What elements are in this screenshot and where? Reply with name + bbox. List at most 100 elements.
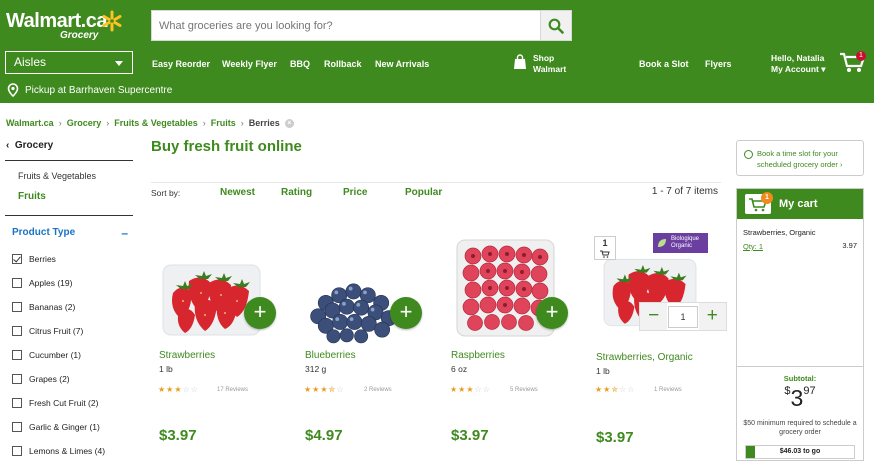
filter-apples[interactable]: Apples (19)	[12, 278, 72, 288]
review-count[interactable]: 1 Reviews	[654, 387, 682, 393]
filter-cucumber[interactable]: Cucumber (1)	[12, 350, 81, 360]
clock-icon	[744, 150, 753, 159]
add-to-cart-button[interactable]: +	[390, 297, 422, 329]
search-input[interactable]	[152, 11, 537, 40]
checkbox[interactable]	[12, 374, 22, 384]
cart-count-badge: 1	[856, 51, 866, 61]
subtotal-label: Subtotal:	[783, 374, 817, 383]
brand-sub: Grocery	[60, 30, 99, 41]
product-card[interactable]: + Blueberries 312 g ★★★✮☆ 2 Reviews $4.9…	[297, 230, 437, 460]
filter-fresh-cut-fruit[interactable]: Fresh Cut Fruit (2)	[12, 398, 98, 408]
product-price: $3.97	[159, 427, 197, 444]
sort-popular[interactable]: Popular	[405, 187, 442, 198]
subtotal-whole: 3	[790, 385, 804, 411]
cart-item-price: 3.97	[842, 241, 857, 250]
review-count[interactable]: 17 Reviews	[217, 387, 248, 393]
sort-rating[interactable]: Rating	[281, 187, 312, 198]
sidebar-item-fruits[interactable]: Fruits	[18, 191, 46, 202]
search-bar	[151, 10, 572, 41]
checkbox[interactable]	[12, 422, 22, 432]
product-price: $3.97	[451, 427, 489, 444]
filter-citrus[interactable]: Citrus Fruit (7)	[12, 326, 83, 336]
add-to-cart-button[interactable]: +	[244, 297, 276, 329]
close-icon[interactable]: ×	[284, 118, 294, 128]
product-name[interactable]: Raspberries	[451, 350, 505, 361]
sidebar-back-grocery[interactable]: ‹ Grocery	[0, 140, 133, 157]
cart-item-name: Strawberries, Organic	[743, 228, 816, 237]
checkbox[interactable]	[12, 446, 22, 456]
breadcrumb-fruits[interactable]: Fruits	[211, 118, 236, 128]
filter-lemons-limes[interactable]: Lemons & Limes (4)	[12, 446, 105, 456]
cart-header[interactable]: 1 My cart	[737, 189, 863, 219]
search-button[interactable]	[540, 11, 571, 40]
leaf-icon	[658, 239, 666, 247]
product-name[interactable]: Strawberries	[159, 350, 215, 361]
checkbox[interactable]	[12, 398, 22, 408]
amount-to-go: $46.03 to go	[779, 448, 821, 455]
in-cart-quantity-badge: 1	[594, 236, 616, 260]
breadcrumb-grocery[interactable]: Grocery	[67, 118, 102, 128]
checkbox[interactable]	[12, 326, 22, 336]
filter-bananas[interactable]: Bananas (2)	[12, 302, 75, 312]
search-icon	[548, 18, 564, 34]
product-card[interactable]: + Strawberries 1 lb ★★★☆☆ 17 Reviews $3.…	[151, 230, 291, 460]
sort-price[interactable]: Price	[343, 187, 367, 198]
breadcrumb-walmart[interactable]: Walmart.ca	[6, 118, 54, 128]
product-card[interactable]: Strawberries, Organic 1 lb ★★✮☆☆ 1 Revie…	[588, 230, 734, 460]
filter-grapes[interactable]: Grapes (2)	[12, 374, 70, 384]
sidebar-item-fruits-vegetables[interactable]: Fruits & Vegetables	[18, 171, 96, 181]
checkbox[interactable]	[12, 302, 22, 312]
filter-label: Grapes (2)	[29, 374, 70, 384]
sidebar: ‹ Grocery Fruits & Vegetables Fruits Pro…	[0, 140, 133, 240]
product-card[interactable]: + Raspberries 6 oz ★★★☆☆ 5 Reviews $3.97	[443, 230, 583, 460]
organic-badge: Biologique Organic	[653, 233, 708, 253]
product-size: 312 g	[305, 364, 327, 374]
filter-label: Lemons & Limes (4)	[29, 446, 106, 456]
filter-label: Apples (19)	[29, 278, 73, 288]
checkbox-checked[interactable]	[12, 254, 22, 264]
product-name[interactable]: Blueberries	[305, 350, 356, 361]
cart-item-badge: 1	[761, 192, 773, 204]
filter-berries[interactable]: Berries	[12, 254, 56, 264]
aisles-dropdown[interactable]: Aisles	[5, 51, 133, 74]
pickup-location[interactable]: Pickup at Barrhaven Supercentre	[7, 83, 172, 97]
decrease-quantity-button[interactable]: −	[640, 303, 668, 330]
nav-weekly-flyer[interactable]: Weekly Flyer	[222, 59, 277, 69]
nav-new-arrivals[interactable]: New Arrivals	[375, 59, 429, 69]
aisles-label: Aisles	[14, 55, 47, 69]
checkbox[interactable]	[12, 278, 22, 288]
nav-easy-reorder[interactable]: Easy Reorder	[152, 59, 210, 69]
breadcrumb-fruits-vegetables[interactable]: Fruits & Vegetables	[114, 118, 198, 128]
quantity-value[interactable]: 1	[668, 305, 698, 328]
shop-line1: Shop	[533, 53, 555, 63]
mini-cart: 1 My cart Strawberries, Organic Qty: 1 3…	[736, 188, 864, 461]
book-slot-link[interactable]: Book a Slot	[639, 59, 689, 69]
subtotal-value: $397	[737, 385, 863, 412]
product-size: 1 lb	[159, 364, 173, 374]
add-to-cart-button[interactable]: +	[536, 297, 568, 329]
filter-label: Cucumber (1)	[29, 350, 81, 360]
filter-garlic-ginger[interactable]: Garlic & Ginger (1)	[12, 422, 100, 432]
sort-newest[interactable]: Newest	[220, 187, 255, 198]
product-type-toggle[interactable]: Product Type –	[12, 226, 128, 240]
increase-quantity-button[interactable]: +	[698, 303, 726, 330]
book-time-slot-link[interactable]: Book a time slot for your scheduled groc…	[736, 140, 864, 176]
divider	[737, 366, 863, 367]
nav-rollback[interactable]: Rollback	[324, 59, 362, 69]
filter-label: Fresh Cut Fruit (2)	[29, 398, 99, 408]
review-count[interactable]: 5 Reviews	[510, 387, 538, 393]
result-count: 1 - 7 of 7 items	[651, 186, 718, 197]
walmart-logo[interactable]: Walmart.ca Grocery	[6, 10, 107, 41]
quantity-stepper: − 1 +	[639, 302, 727, 331]
review-count[interactable]: 2 Reviews	[364, 387, 392, 393]
blueberries-image[interactable]	[301, 248, 406, 353]
product-name[interactable]: Strawberries, Organic	[596, 352, 693, 363]
order-minimum-progress: $46.03 to go	[745, 445, 855, 459]
pickup-label: Pickup at Barrhaven Supercentre	[25, 84, 173, 96]
flyers-link[interactable]: Flyers	[705, 59, 732, 69]
cart-item-qty[interactable]: Qty: 1	[743, 242, 763, 251]
account-menu[interactable]: Hello, Natalia My Account ▾	[771, 53, 826, 75]
checkbox[interactable]	[12, 350, 22, 360]
nav-bbq[interactable]: BBQ	[290, 59, 310, 69]
star-rating: ★★★☆☆	[450, 385, 491, 394]
